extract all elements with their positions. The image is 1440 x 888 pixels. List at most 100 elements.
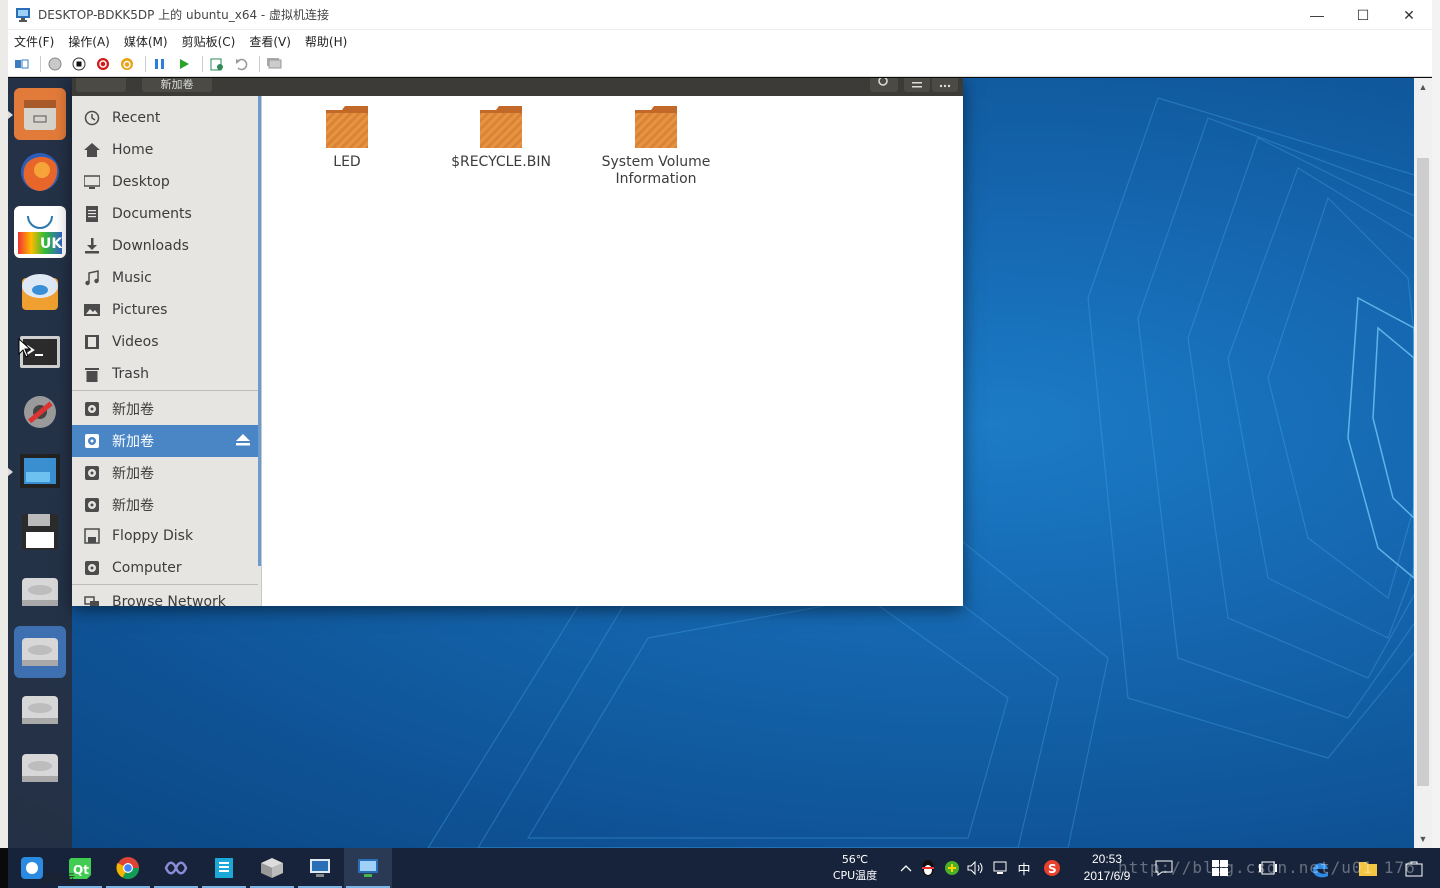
launcher-firefox[interactable] [14,146,66,198]
visual-studio-taskbar-icon[interactable] [152,848,200,888]
host-desktop-strip-left [0,0,8,848]
cpu-temperature[interactable]: 56℃ CPU温度 [828,852,882,884]
documents-icon [84,206,100,222]
sidebar-item-home[interactable]: Home [72,134,258,166]
menu-help[interactable]: 帮助(H) [305,33,347,50]
turnoff-icon[interactable] [69,54,89,74]
file-item-system-volume-information[interactable]: System Volume Information [586,104,726,188]
sidebar-item-videos[interactable]: Videos [72,326,258,358]
sidebar-item-trash[interactable]: Trash [72,358,258,390]
menu-button[interactable] [932,78,958,92]
network-icon[interactable] [990,858,1010,878]
svg-text:UK: UK [40,236,62,252]
sidebar-item-browse-network[interactable]: Browse Network [72,586,258,606]
sidebar-item-computer[interactable]: Computer [72,552,258,584]
network-icon [84,594,100,606]
vmware-taskbar-icon[interactable] [248,848,296,888]
enhanced-session-icon[interactable] [264,54,284,74]
sidebar-item-recent[interactable]: Recent [72,102,258,134]
launcher-software-center[interactable] [14,266,66,318]
floppy-icon [84,528,100,544]
file-item-led[interactable]: LED [277,104,417,171]
sidebar-item-label: Desktop [112,174,170,190]
launcher-ubuntu-kylin[interactable]: UK [14,206,66,258]
launcher-drive-2[interactable] [14,626,66,678]
sidebar-item-desktop[interactable]: Desktop [72,166,258,198]
menu-action[interactable]: 操作(A) [68,33,110,50]
search-icon [878,78,888,86]
menu-view[interactable]: 查看(V) [249,33,291,50]
qq-penguin-icon[interactable] [918,858,938,878]
launcher-drive-1[interactable] [14,566,66,618]
file-item-recycle-bin[interactable]: $RECYCLE.BIN [431,104,571,171]
security-shield-icon[interactable] [942,858,962,878]
search-button[interactable] [870,78,898,92]
chrome-taskbar-icon[interactable] [104,848,152,888]
sidebar-item-pictures[interactable]: Pictures [72,294,258,326]
running-indicator [8,468,13,476]
sidebar-item-documents[interactable]: Documents [72,198,258,230]
sidebar-item-volume-selected[interactable]: 新加卷 [72,425,258,457]
scroll-down-icon[interactable]: ▼ [1414,830,1432,848]
sidebar-item-volume[interactable]: 新加卷 [72,489,258,521]
sidebar-scrollbar[interactable] [258,96,261,566]
scroll-thumb[interactable] [1417,158,1429,786]
file-view[interactable]: LED $RECYCLE.BIN System Volume Informati… [263,96,963,606]
shutdown-icon[interactable] [93,54,113,74]
checkpoint-icon[interactable] [207,54,227,74]
sidebar-item-downloads[interactable]: Downloads [72,230,258,262]
resume-icon[interactable] [174,54,194,74]
path-bar-button[interactable]: 新加卷 [142,78,212,92]
pause-icon[interactable] [150,54,170,74]
temperature-label: CPU温度 [832,869,878,882]
menu-clipboard[interactable]: 剪贴板(C) [182,33,236,50]
drive-icon [84,497,100,513]
computer-icon [84,560,100,576]
sidebar-item-label: Videos [112,334,159,350]
sidebar-item-music[interactable]: Music [72,262,258,294]
menu-file[interactable]: 文件(F) [14,33,54,50]
launcher-system-settings[interactable] [14,386,66,438]
launcher-drive-3[interactable] [14,684,66,736]
view-list-button[interactable] [904,78,930,92]
launcher-files[interactable] [14,88,66,140]
launcher-drive-4[interactable] [14,742,66,794]
sidebar-item-label: 新加卷 [112,498,154,514]
menu-media[interactable]: 媒体(M) [124,33,168,50]
eject-icon[interactable] [236,434,250,446]
save-icon[interactable] [117,54,137,74]
ime-indicator[interactable]: 中 [1014,858,1034,878]
ctrl-alt-del-icon[interactable] [12,54,32,74]
maximize-button[interactable]: ☐ [1340,0,1386,30]
remote-desktop-taskbar-icon[interactable] [296,848,344,888]
show-hidden-icons-chevron-up-icon[interactable] [896,858,916,878]
more-icon [939,84,951,88]
sidebar-item-floppy[interactable]: Floppy Disk [72,520,258,552]
files-icon [24,100,56,130]
hyperv-taskbar-icon[interactable] [344,848,392,888]
music-icon [84,270,100,286]
sogou-input-icon[interactable]: S [1042,858,1062,878]
start-icon[interactable] [45,54,65,74]
minimize-button[interactable]: — [1294,0,1340,30]
ubuntu-desktop[interactable]: UK 新加卷 Recent Home Desktop Documents Dow… [8,78,1414,848]
launcher-image-viewer[interactable] [14,446,66,498]
file-manager-window[interactable]: 新加卷 Recent Home Desktop Documents Downlo… [72,78,963,606]
toolbar-separator [259,56,260,72]
downloads-icon [84,238,100,254]
sidebar-item-volume[interactable]: 新加卷 [72,393,258,425]
back-forward-buttons[interactable] [76,78,126,92]
launcher-floppy[interactable] [14,506,66,558]
vm-vertical-scrollbar[interactable]: ▲ ▼ [1414,78,1432,848]
drive-icon [84,401,100,417]
vm-window-titlebar[interactable]: DESKTOP-BDKK5DP 上的 ubuntu_x64 - 虚拟机连接 — … [8,0,1432,30]
volume-icon[interactable] [966,858,986,878]
revert-icon[interactable] [231,54,251,74]
hyperv-icon [358,859,378,877]
sidebar-item-volume[interactable]: 新加卷 [72,457,258,489]
visual-studio-icon [164,861,188,875]
word-taskbar-icon[interactable] [200,848,248,888]
sidebar-item-label: 新加卷 [112,466,154,482]
scroll-up-icon[interactable]: ▲ [1414,78,1432,96]
close-button[interactable]: ✕ [1386,0,1432,30]
